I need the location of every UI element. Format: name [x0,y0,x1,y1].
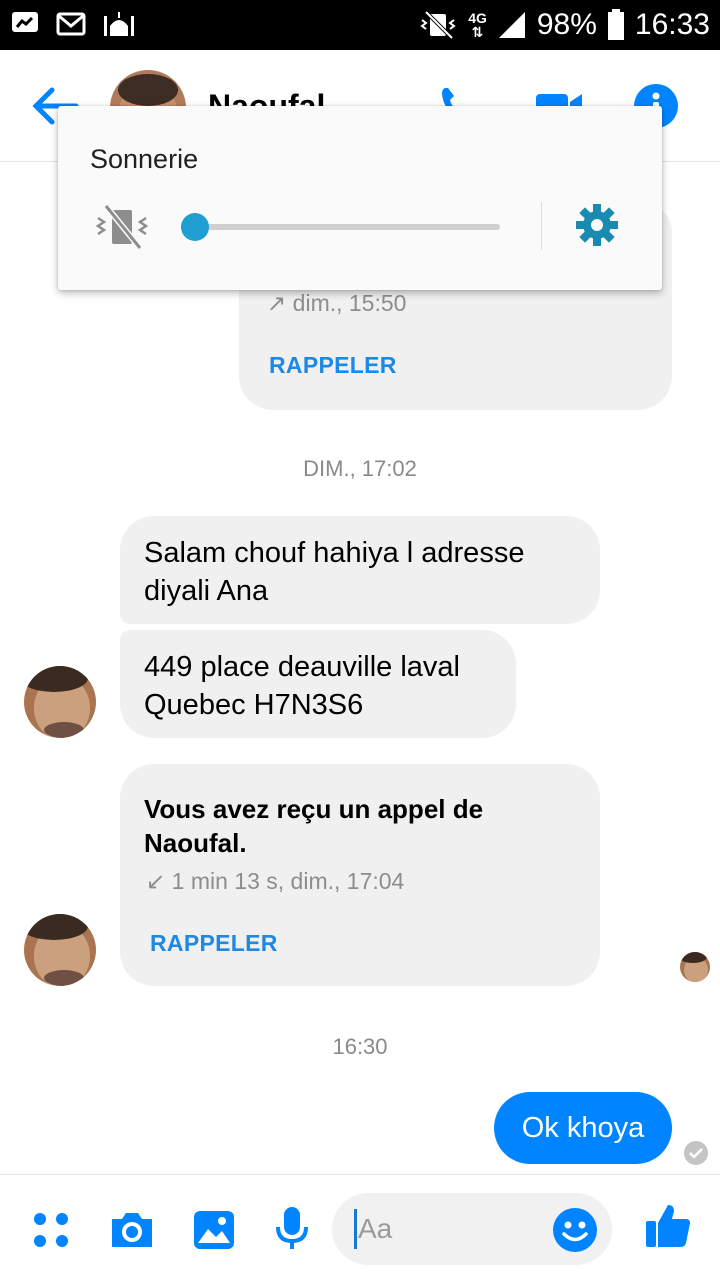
gallery-icon[interactable] [190,1205,238,1253]
data-arrows-icon: ⇅ [471,24,484,40]
face-image [680,952,710,982]
call-back-button[interactable]: RAPPELER [269,352,397,379]
volume-slider-thumb[interactable] [181,213,209,241]
incoming-message[interactable]: 449 place deauville laval Quebec H7N3S6 [120,630,516,738]
emoji-icon[interactable] [552,1207,598,1253]
mosque-notification-icon [104,12,134,36]
message-text: Salam chouf hahiya l adresse diyali Ana [144,537,525,607]
call-title: Vous avez reçu un appel de Naoufal. [144,794,484,858]
text-caret [354,1209,357,1249]
message-text: 449 place deauville laval Quebec H7N3S6 [144,651,460,721]
network-type: 4G [468,10,487,26]
signal-icon [498,12,525,38]
volume-popup: Sonnerie [58,106,662,290]
sender-avatar[interactable] [24,666,96,738]
volume-slider-track[interactable] [194,224,500,230]
battery-percent: 98% [536,8,597,41]
clock: 16:33 [634,8,710,41]
sent-check-icon [684,1141,708,1165]
message-text: Ok khoya [521,1111,645,1144]
timestamp-separator: 16:30 [332,1034,388,1059]
vibrate-mute-icon [420,10,456,40]
volume-title: Sonnerie [90,144,199,174]
status-bar: 4G ⇅ 98% 16:33 [0,0,720,50]
ringer-mute-icon[interactable] [94,204,150,250]
call-meta: ↗ dim., 15:50 [267,290,407,316]
call-back-button[interactable]: RAPPELER [150,930,278,957]
face-image [24,666,96,738]
divider [541,202,542,250]
incoming-message[interactable]: Salam chouf hahiya l adresse diyali Ana [120,516,600,624]
thumbs-up-icon[interactable] [644,1201,692,1249]
camera-icon[interactable] [108,1205,156,1253]
gear-icon[interactable] [574,202,620,248]
sender-avatar[interactable] [24,914,96,986]
battery-icon [607,9,624,40]
call-meta: ↙ 1 min 13 s, dim., 17:04 [146,868,405,894]
message-input[interactable]: Aa [332,1193,612,1265]
messenger-notification-icon [12,12,38,32]
mail-notification-icon [56,12,86,36]
microphone-icon[interactable] [268,1205,316,1253]
incoming-call-bubble: Vous avez reçu un appel de Naoufal. ↙ 1 … [120,764,600,986]
compose-bar: Aa [0,1174,720,1280]
apps-grid-icon[interactable] [28,1205,76,1253]
outgoing-message[interactable]: Ok khoya [494,1092,672,1164]
read-receipt-avatar [680,952,710,982]
face-image [24,914,96,986]
input-placeholder: Aa [358,1213,393,1244]
timestamp-separator: DIM., 17:02 [303,456,417,481]
